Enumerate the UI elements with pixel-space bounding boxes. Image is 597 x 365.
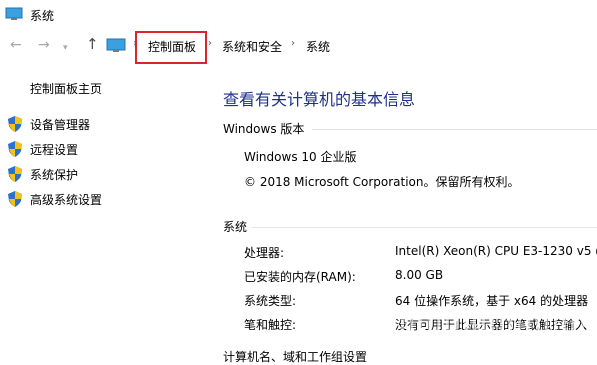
section-divider [252,227,597,228]
control-panel-home-link[interactable]: 控制面板主页 [30,80,102,97]
pen-touch-value: 没有可用于此显示器的笔或触控输入 [395,318,588,332]
windows-edition: Windows 10 企业版 [244,150,357,164]
computer-name-heading: 计算机名、域和工作组设置 [223,350,368,364]
processor-label: 处理器: [244,246,285,260]
system-type-value: 64 位操作系统，基于 x64 的处理器 [395,294,589,308]
windows-edition-heading: Windows 版本 [223,122,305,136]
back-arrow-icon[interactable]: ← [10,37,22,53]
system-type-label: 系统类型: [244,294,297,308]
recent-locations-chevron-icon[interactable]: ▾ [63,40,68,56]
processor-value: Intel(R) Xeon(R) CPU E3-1230 v5 @ [395,244,597,258]
shield-icon [8,141,22,157]
navigation-bar: ← → ▾ ↑ › 控制面板 › 系统和安全 › 系统 [0,30,597,62]
sidebar-item-label: 高级系统设置 [30,193,103,207]
system-heading: 系统 [223,220,248,234]
highlight-box [135,31,207,64]
sidebar-item-label: 远程设置 [30,143,79,157]
title-bar: 系统 [0,0,597,30]
breadcrumb-system[interactable]: 系统 [306,38,330,55]
up-arrow-icon[interactable]: ↑ [86,36,99,52]
sidebar-item-label: 设备管理器 [30,118,91,132]
page-title: 查看有关计算机的基本信息 [223,90,416,109]
breadcrumb-chevron-icon[interactable]: › [208,38,212,49]
breadcrumb-system-security[interactable]: 系统和安全 [222,38,282,55]
section-divider [312,129,597,130]
control-panel-icon [106,38,126,52]
ram-label: 已安装的内存(RAM): [244,270,356,284]
window-title: 系统 [30,9,55,23]
forward-arrow-icon[interactable]: → [38,37,50,53]
sidebar-item-label: 系统保护 [30,168,79,182]
shield-icon [8,166,22,182]
shield-icon [8,191,22,207]
copyright-text: © 2018 Microsoft Corporation。保留所有权利。 [244,175,520,189]
breadcrumb-chevron-icon[interactable]: › [291,38,295,49]
ram-value: 8.00 GB [395,268,444,282]
pen-touch-label: 笔和触控: [244,318,297,332]
computer-icon [5,7,23,20]
shield-icon [8,116,22,132]
